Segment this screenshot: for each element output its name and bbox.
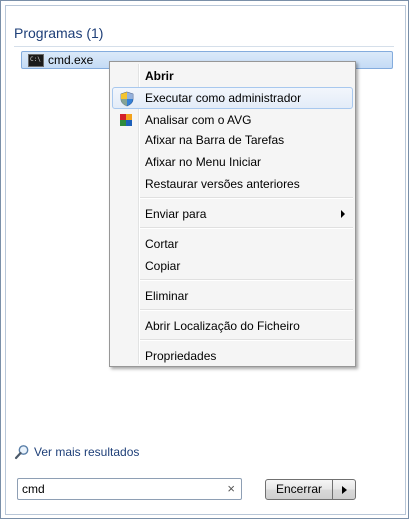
menu-item-label: Restaurar versões anteriores bbox=[145, 177, 300, 191]
menu-item-label: Copiar bbox=[145, 259, 181, 273]
menu-item-properties[interactable]: Propriedades bbox=[112, 345, 353, 367]
menu-separator bbox=[140, 279, 353, 281]
shutdown-options-button[interactable] bbox=[332, 479, 356, 500]
menu-item-scan-avg[interactable]: Analisar com o AVG bbox=[112, 109, 353, 131]
arrow-right-icon bbox=[342, 486, 347, 494]
avg-icon bbox=[120, 114, 132, 126]
menu-item-label: Abrir bbox=[145, 69, 174, 83]
menu-item-copy[interactable]: Copiar bbox=[112, 255, 353, 277]
start-search-box: × bbox=[17, 478, 242, 500]
menu-item-label: Afixar na Barra de Tarefas bbox=[145, 133, 285, 147]
menu-item-send-to[interactable]: Enviar para bbox=[112, 203, 353, 225]
menu-item-pin-taskbar[interactable]: Afixar na Barra de Tarefas bbox=[112, 129, 353, 151]
search-input[interactable] bbox=[22, 481, 217, 497]
menu-separator bbox=[140, 309, 353, 311]
shutdown-button-group: Encerrar bbox=[265, 479, 357, 500]
shutdown-button[interactable]: Encerrar bbox=[265, 479, 333, 500]
programs-section-header: Programas (1) bbox=[14, 25, 104, 41]
menu-item-pin-start[interactable]: Afixar no Menu Iniciar bbox=[112, 151, 353, 173]
section-divider bbox=[14, 46, 394, 47]
menu-item-label: Executar como administrador bbox=[145, 91, 302, 105]
cmd-console-icon: C:\ bbox=[28, 54, 44, 67]
context-menu: Abrir Executar como administrador Analis… bbox=[109, 61, 356, 367]
menu-item-label: Enviar para bbox=[145, 207, 207, 221]
menu-item-label: Cortar bbox=[145, 237, 179, 251]
menu-item-delete[interactable]: Eliminar bbox=[112, 285, 353, 307]
see-more-results-label: Ver mais resultados bbox=[34, 445, 140, 459]
clear-search-icon[interactable]: × bbox=[227, 482, 235, 496]
uac-shield-icon bbox=[120, 91, 134, 107]
submenu-arrow-icon bbox=[341, 210, 345, 218]
program-result-label: cmd.exe bbox=[48, 53, 94, 67]
menu-item-restore-versions[interactable]: Restaurar versões anteriores bbox=[112, 173, 353, 195]
menu-item-open[interactable]: Abrir bbox=[112, 65, 353, 87]
menu-item-label: Afixar no Menu Iniciar bbox=[145, 155, 262, 169]
magnifier-icon bbox=[14, 445, 29, 460]
menu-item-cut[interactable]: Cortar bbox=[112, 233, 353, 255]
menu-separator bbox=[140, 227, 353, 229]
menu-separator bbox=[140, 339, 353, 341]
menu-item-run-as-admin[interactable]: Executar como administrador bbox=[112, 87, 353, 109]
menu-item-label: Eliminar bbox=[145, 289, 189, 303]
menu-separator bbox=[140, 197, 353, 199]
menu-item-label: Analisar com o AVG bbox=[145, 113, 252, 127]
menu-item-open-file-location[interactable]: Abrir Localização do Ficheiro bbox=[112, 315, 353, 337]
menu-item-label: Abrir Localização do Ficheiro bbox=[145, 319, 300, 333]
menu-item-label: Propriedades bbox=[145, 349, 217, 363]
start-menu-panel: Programas (1) C:\ cmd.exe Abrir Executar… bbox=[0, 0, 409, 519]
